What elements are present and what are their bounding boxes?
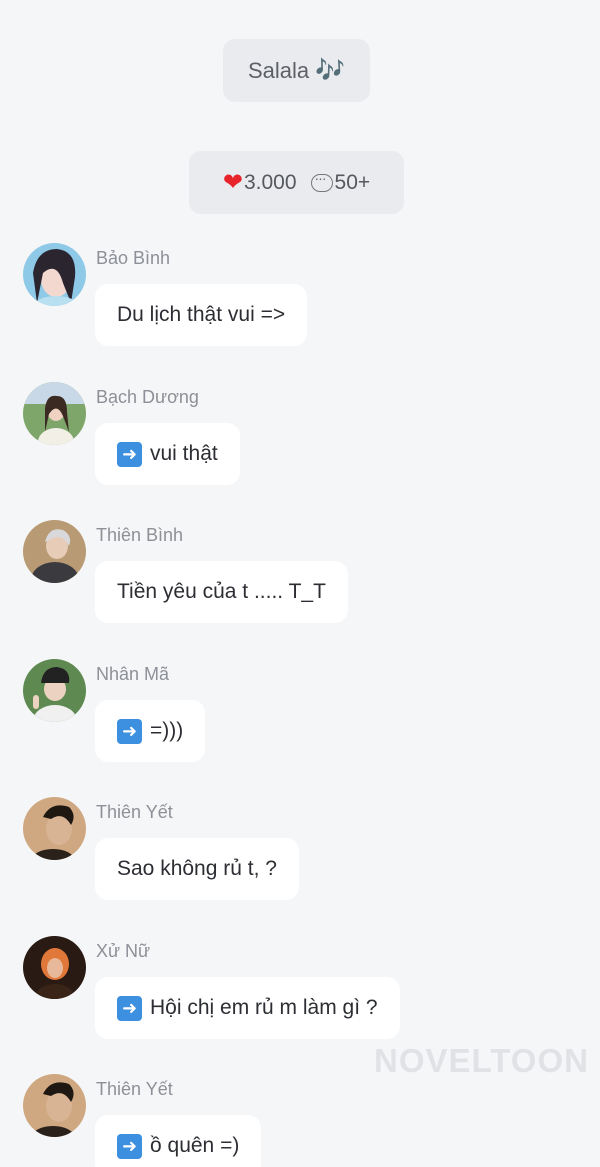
avatar[interactable] [23, 520, 86, 583]
right-arrow-icon: ➜ [117, 441, 142, 467]
comments-count: 50+ [334, 170, 371, 194]
chat-message: Bảo Bình Du lịch thật vui => [0, 243, 600, 363]
right-arrow-icon: ➜ [117, 1133, 142, 1159]
chat-page: Salala 🎶 ❤ 3.000 50+ Bảo Bình Du lịch th… [0, 0, 600, 1167]
avatar[interactable] [23, 936, 86, 999]
sender-name: Xử Nữ [96, 941, 151, 961]
message-bubble[interactable]: ➜ Hội chị em rủ m làm gì ? [95, 977, 400, 1039]
message-text: =))) [150, 719, 184, 742]
avatar[interactable] [23, 382, 86, 445]
sender-name: Thiên Yết [96, 802, 173, 822]
message-bubble[interactable]: Sao không rủ t, ? [95, 838, 299, 900]
sender-name: Thiên Bình [96, 525, 184, 545]
avatar[interactable] [23, 659, 86, 722]
message-text: vui thật [150, 442, 218, 465]
chat-message: Nhân Mã ➜ =))) [0, 659, 600, 779]
chat-message: Bạch Dương ➜ vui thật [0, 382, 600, 502]
chat-message: Thiên Yết ➜ ồ quên =) [0, 1074, 600, 1167]
sender-name: Thiên Yết [96, 1079, 173, 1099]
message-text: Hội chị em rủ m làm gì ? [150, 996, 378, 1019]
chat-title: Salala [247, 57, 310, 83]
sender-name: Bảo Bình [96, 248, 171, 268]
chat-message: Thiên Bình Tiền yêu của t ..... T_T [0, 520, 600, 640]
comment-bubble-icon[interactable] [310, 170, 333, 192]
message-bubble[interactable]: Tiền yêu của t ..... T_T [95, 561, 348, 623]
message-bubble[interactable]: ➜ vui thật [95, 423, 240, 485]
message-text: Sao không rủ t, ? [117, 857, 277, 880]
chat-message: Xử Nữ ➜ Hội chị em rủ m làm gì ? [0, 936, 600, 1056]
music-note-icon: 🎶 [315, 57, 346, 84]
message-bubble[interactable]: ➜ =))) [95, 700, 206, 762]
watermark-logo: NOVELTOON [374, 1042, 589, 1079]
message-bubble[interactable]: Du lịch thật vui => [95, 284, 308, 346]
right-arrow-icon: ➜ [117, 995, 142, 1021]
sender-name: Bạch Dương [96, 387, 199, 407]
stats-pill: ❤ 3.000 50+ [189, 151, 404, 214]
sender-name: Nhân Mã [96, 664, 170, 684]
avatar[interactable] [23, 243, 86, 306]
avatar[interactable] [23, 797, 86, 860]
avatar[interactable] [23, 1074, 86, 1137]
right-arrow-icon: ➜ [117, 718, 142, 744]
message-text: Tiền yêu của t ..... T_T [117, 580, 326, 603]
message-text: Du lịch thật vui => [117, 303, 286, 326]
message-text: ồ quên =) [150, 1134, 240, 1157]
heart-icon[interactable]: ❤ [223, 168, 243, 197]
chat-title-pill: Salala 🎶 [223, 39, 370, 102]
likes-count: 3.000 [243, 170, 297, 194]
chat-message: Thiên Yết Sao không rủ t, ? [0, 797, 600, 917]
message-bubble[interactable]: ➜ ồ quên =) [95, 1115, 262, 1167]
